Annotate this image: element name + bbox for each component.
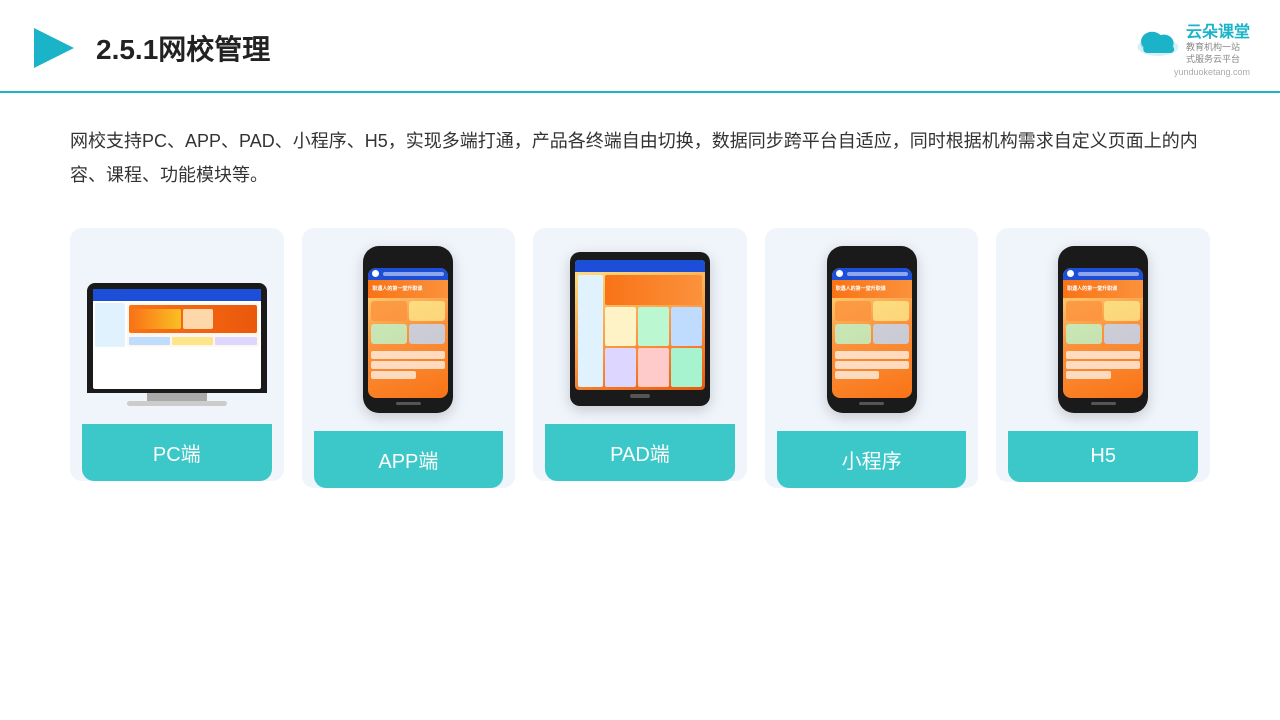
header: 2.5.1网校管理 云朵课堂 教育机构一站式服务云平台 yunduoketang… <box>0 0 1280 93</box>
logo-area: 云朵课堂 教育机构一站式服务云平台 yunduoketang.com <box>1136 18 1250 77</box>
h5-card: 职遇人的第一堂升职课 <box>996 228 1210 482</box>
mini-image-area: 职遇人的第一堂升职课 <box>777 246 967 413</box>
h5-phone-mockup: 职遇人的第一堂升职课 <box>1058 246 1148 413</box>
cloud-icon <box>1136 26 1180 58</box>
logo-url: yunduoketang.com <box>1174 67 1250 77</box>
play-icon <box>30 24 78 72</box>
mini-label: 小程序 <box>777 431 967 488</box>
app-phone-mockup: 职遇人的第一堂升职课 <box>363 246 453 413</box>
logo-slogan: 教育机构一站式服务云平台 <box>1186 42 1240 65</box>
app-image-area: 职遇人的第一堂升职课 <box>314 246 504 413</box>
pc-card: PC端 <box>70 228 284 481</box>
app-label: APP端 <box>314 431 504 488</box>
pc-image-area <box>82 246 272 406</box>
tablet-mockup <box>570 252 710 406</box>
mini-card: 职遇人的第一堂升职课 <box>765 228 979 488</box>
cards-area: PC端 职遇人的第一堂升职课 <box>70 228 1210 488</box>
app-card: 职遇人的第一堂升职课 <box>302 228 516 488</box>
logo-brand: 云朵课堂 <box>1186 18 1250 42</box>
h5-image-area: 职遇人的第一堂升职课 <box>1008 246 1198 413</box>
description: 网校支持PC、APP、PAD、小程序、H5，实现多端打通，产品各终端自由切换，数… <box>70 125 1210 192</box>
logo-right-text: 云朵课堂 教育机构一站式服务云平台 <box>1186 18 1250 65</box>
pad-label: PAD端 <box>545 424 735 481</box>
mini-phone-mockup: 职遇人的第一堂升职课 <box>827 246 917 413</box>
main-content: 网校支持PC、APP、PAD、小程序、H5，实现多端打通，产品各终端自由切换，数… <box>0 93 1280 508</box>
pc-label: PC端 <box>82 424 272 481</box>
pc-mockup <box>87 283 267 406</box>
page-title: 2.5.1网校管理 <box>96 28 270 68</box>
pad-card: PAD端 <box>533 228 747 481</box>
header-left: 2.5.1网校管理 <box>30 24 270 72</box>
h5-label: H5 <box>1008 431 1198 482</box>
pad-image-area <box>545 246 735 406</box>
